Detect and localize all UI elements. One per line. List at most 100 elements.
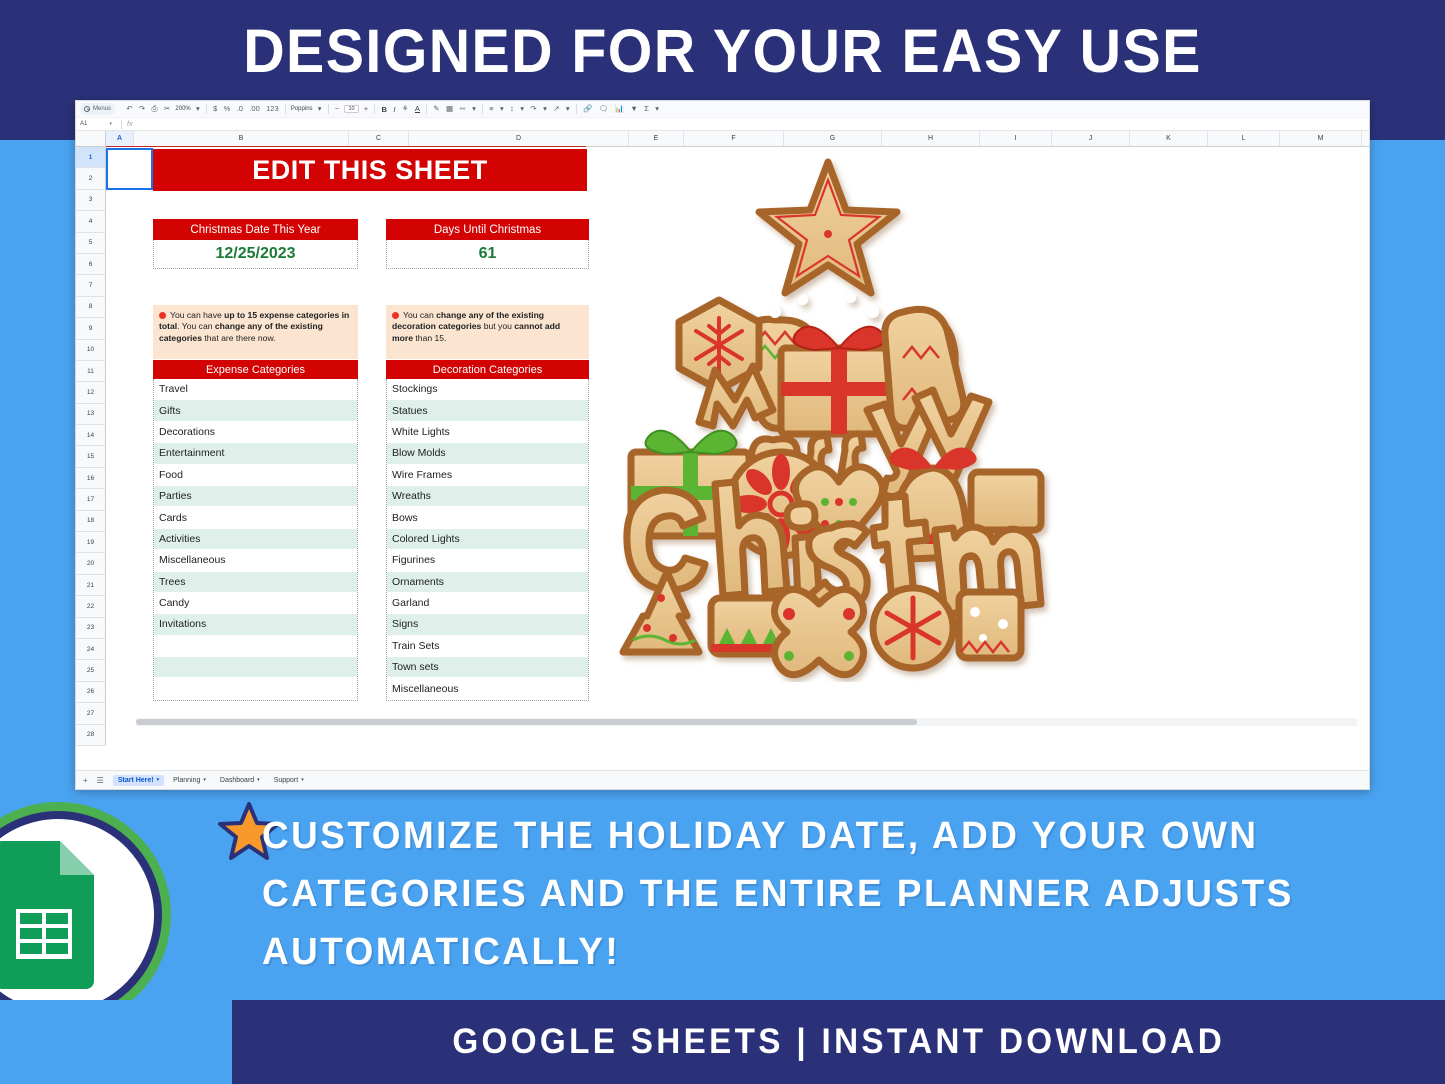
vertical-align-icon[interactable]: ↕ [510,105,514,113]
stat-value[interactable]: 12/25/2023 [153,240,358,269]
text-color-button[interactable]: A [414,105,420,114]
percent-icon[interactable]: % [224,105,231,113]
row-header-21[interactable]: 21 [76,574,106,597]
sheet-tab-dashboard[interactable]: Dashboard ▾ [215,775,265,786]
row-header-23[interactable]: 23 [76,617,106,639]
list-item[interactable]: Wreaths [387,485,588,508]
list-item[interactable]: Travel [154,379,357,401]
list-item[interactable] [154,678,357,700]
list-item[interactable]: Miscellaneous [154,550,357,572]
menus-search-button[interactable]: Menus [80,103,117,115]
chevron-down-icon[interactable]: ▾ [500,105,504,113]
row-header-11[interactable]: 11 [76,360,106,383]
row-header-27[interactable]: 27 [76,703,106,725]
list-item[interactable]: Signs [387,614,588,636]
chevron-down-icon[interactable]: ▾ [109,121,112,127]
selected-cell-a1[interactable] [106,148,153,190]
font-size-increase-button[interactable]: + [364,105,368,113]
more-formats-icon[interactable]: 123 [266,105,279,113]
list-item[interactable]: Gifts [154,400,357,422]
column-header-m[interactable]: M [1280,131,1362,146]
zoom-level[interactable]: 200% [175,106,190,112]
merge-cells-icon[interactable]: ⇿ [459,105,465,113]
list-item[interactable]: Candy [154,593,357,615]
sheet-tab-planning[interactable]: Planning ▾ [168,775,211,786]
name-box[interactable]: A1 ▾ [80,121,116,127]
row-header-2[interactable]: 2 [76,168,106,190]
filter-icon[interactable]: ▼ [630,105,637,113]
strikethrough-icon[interactable]: ⚘ [402,105,409,113]
row-header-13[interactable]: 13 [76,403,106,426]
horizontal-scrollbar-track[interactable] [136,717,1357,726]
chevron-down-icon[interactable]: ▾ [203,777,206,783]
list-item[interactable]: White Lights [387,422,588,444]
list-item[interactable]: Stockings [387,379,588,401]
list-item[interactable]: Figurines [387,550,588,572]
column-header-d[interactable]: D [409,131,629,146]
column-header-c[interactable]: C [349,131,409,146]
chevron-down-icon[interactable]: ▾ [301,777,304,783]
row-header-6[interactable]: 6 [76,253,106,276]
sheet-tab-support[interactable]: Support ▾ [269,775,309,786]
list-item[interactable]: Colored Lights [387,528,588,551]
list-item[interactable]: Activities [154,528,357,551]
font-size-input[interactable]: 10 [344,105,359,113]
row-header-7[interactable]: 7 [76,275,106,297]
text-rotation-icon[interactable]: ↗ [553,105,559,113]
list-item[interactable]: Blow Molds [387,443,588,465]
insert-chart-icon[interactable]: 📊 [615,105,624,113]
row-header-4[interactable]: 4 [76,211,106,233]
chevron-down-icon[interactable]: ▾ [543,105,547,113]
insert-comment-icon[interactable]: 🗨 [599,105,609,113]
row-header-17[interactable]: 17 [76,489,106,511]
fill-color-icon[interactable]: ✎ [433,105,439,113]
list-item[interactable]: Ornaments [387,571,588,593]
column-header-f[interactable]: F [684,131,784,146]
chevron-down-icon[interactable]: ▾ [318,105,322,113]
list-item[interactable]: Trees [154,571,357,593]
chevron-down-icon[interactable]: ▾ [157,777,160,783]
list-item[interactable]: Wire Frames [387,465,588,486]
row-header-24[interactable]: 24 [76,638,106,661]
row-header-20[interactable]: 20 [76,553,106,575]
font-size-decrease-button[interactable]: − [335,105,339,113]
row-header-18[interactable]: 18 [76,510,106,533]
list-item[interactable] [154,657,357,679]
list-item[interactable]: Food [154,465,357,486]
borders-icon[interactable]: ▦ [446,105,453,113]
horizontal-align-icon[interactable]: ≡ [489,105,493,113]
list-item[interactable]: Bows [387,507,588,529]
row-header-12[interactable]: 12 [76,382,106,404]
list-item[interactable]: Garland [387,593,588,615]
column-header-b[interactable]: B [134,131,349,146]
row-header-14[interactable]: 14 [76,425,106,447]
row-header-3[interactable]: 3 [76,189,106,212]
list-item[interactable]: Cards [154,507,357,529]
list-item[interactable] [154,636,357,658]
all-sheets-icon[interactable]: ☰ [97,776,104,785]
insert-link-icon[interactable]: 🔗 [583,105,592,113]
redo-icon[interactable]: ↷ [139,105,145,113]
row-header-10[interactable]: 10 [76,339,106,361]
list-item[interactable]: Entertainment [154,443,357,465]
row-header-9[interactable]: 9 [76,318,106,340]
select-all-corner[interactable] [76,131,106,146]
column-header-e[interactable]: E [629,131,684,146]
list-item[interactable]: Train Sets [387,636,588,658]
list-item[interactable]: Statues [387,400,588,422]
list-item[interactable]: Miscellaneous [387,678,588,700]
list-item[interactable]: Town sets [387,657,588,679]
column-header-g[interactable]: G [784,131,882,146]
row-header-5[interactable]: 5 [76,232,106,254]
row-header-25[interactable]: 25 [76,660,106,682]
row-header-19[interactable]: 19 [76,532,106,554]
chevron-down-icon[interactable]: ▾ [520,105,524,113]
paint-format-icon[interactable]: ✂ [164,105,170,113]
text-wrap-icon[interactable]: ↷ [530,105,536,113]
more-options-icon[interactable]: ▾ [655,105,659,113]
chevron-down-icon[interactable]: ▾ [257,777,260,783]
chevron-down-icon[interactable]: ▾ [472,105,476,113]
list-item[interactable]: Invitations [154,614,357,636]
currency-icon[interactable]: $ [213,105,217,113]
chevron-down-icon[interactable]: ▾ [566,105,570,113]
